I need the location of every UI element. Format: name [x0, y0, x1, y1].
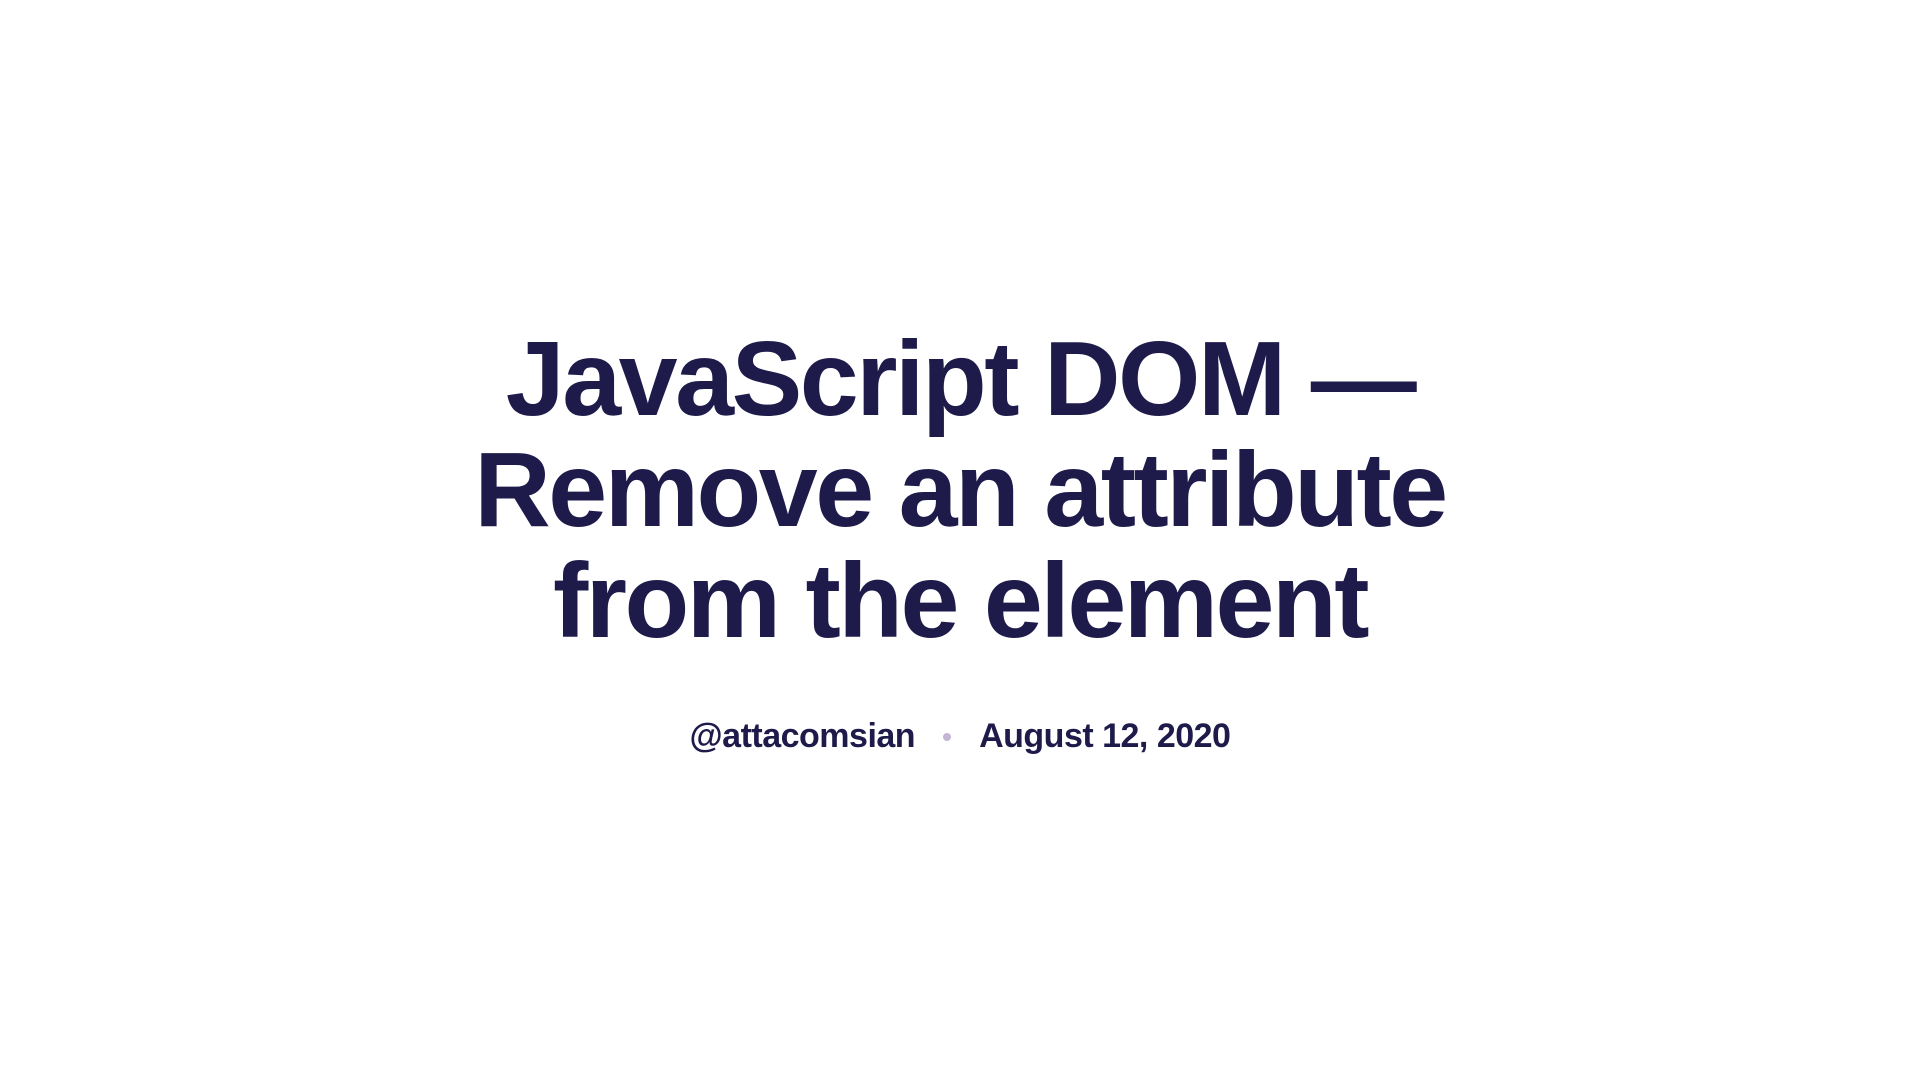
separator-dot-icon [943, 733, 951, 741]
article-header: JavaScript DOM — Remove an attribute fro… [360, 324, 1560, 757]
publish-date: August 12, 2020 [979, 717, 1230, 756]
article-title: JavaScript DOM — Remove an attribute fro… [400, 324, 1520, 658]
author-handle[interactable]: @attacomsian [690, 717, 916, 756]
article-meta: @attacomsian August 12, 2020 [400, 717, 1520, 756]
